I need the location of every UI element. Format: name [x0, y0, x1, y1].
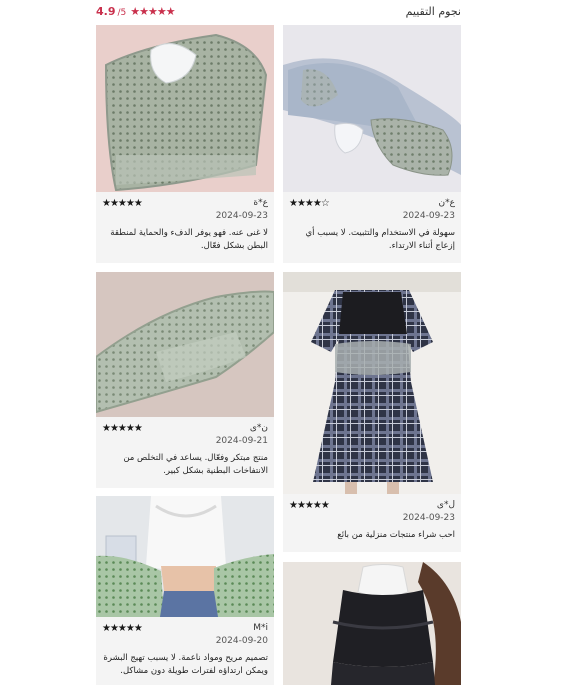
- review-card[interactable]: [283, 562, 461, 685]
- review-author: ل*ى: [436, 500, 455, 510]
- review-card[interactable]: ع*ن ★★★★☆ 2024-09-23 سهولة في الاستخدام …: [283, 25, 461, 263]
- review-stars-icon: ★★★★★: [102, 622, 143, 634]
- review-author: ع*ة: [253, 198, 268, 208]
- review-card[interactable]: ن*ى ★★★★★ 2024-09-21 منتج مبتكر وفعّال. …: [96, 272, 274, 488]
- review-photo[interactable]: [96, 25, 274, 192]
- review-photo[interactable]: [283, 562, 461, 685]
- review-card[interactable]: ع*ة ★★★★★ 2024-09-23 لا غنى عنه. فهو يوف…: [96, 25, 274, 263]
- review-date: 2024-09-23: [402, 513, 455, 523]
- review-author: ن*ى: [249, 423, 268, 433]
- review-card[interactable]: ل*ى ★★★★★ 2024-09-23 احب شراء منتجات منز…: [283, 272, 461, 552]
- review-date: 2024-09-23: [215, 211, 268, 221]
- section-title: نجوم التقييم: [405, 4, 461, 18]
- review-stars-icon: ★★★★☆: [289, 197, 330, 209]
- overall-rating: 4.9 /5 ★★★★★: [96, 4, 176, 18]
- rating-value: 4.9: [96, 4, 116, 18]
- review-author: ع*ن: [438, 198, 455, 208]
- review-card[interactable]: M*i ★★★★★ 2024-09-20 تصميم مريح ومواد نا…: [96, 496, 274, 685]
- review-photo[interactable]: [96, 496, 274, 617]
- review-photo[interactable]: [96, 272, 274, 417]
- review-text: لا غنى عنه. فهو يوفر الدفء والحماية لمنط…: [110, 228, 268, 251]
- review-stars-icon: ★★★★★: [102, 422, 143, 434]
- review-stars-icon: ★★★★★: [289, 499, 330, 511]
- rating-stars-icon: ★★★★★: [130, 4, 175, 18]
- reviews-header: 4.9 /5 ★★★★★ نجوم التقييم: [96, 0, 461, 22]
- review-stars-icon: ★★★★★: [102, 197, 143, 209]
- review-text: منتج مبتكر وفعّال. يساعد في التخلص من ال…: [123, 453, 268, 476]
- rating-max: /5: [117, 7, 127, 18]
- review-text: سهولة في الاستخدام والتثبيت. لا يسبب أي …: [305, 228, 456, 251]
- review-text: تصميم مريح ومواد ناعمة. لا يسبب تهيج الب…: [103, 653, 268, 676]
- review-photo[interactable]: [283, 25, 461, 192]
- review-date: 2024-09-23: [402, 211, 455, 221]
- review-author: M*i: [253, 623, 268, 633]
- review-date: 2024-09-21: [215, 436, 268, 446]
- review-date: 2024-09-20: [215, 636, 268, 646]
- review-text: احب شراء منتجات منزلية من بائع: [337, 530, 455, 540]
- review-photo[interactable]: [283, 272, 461, 494]
